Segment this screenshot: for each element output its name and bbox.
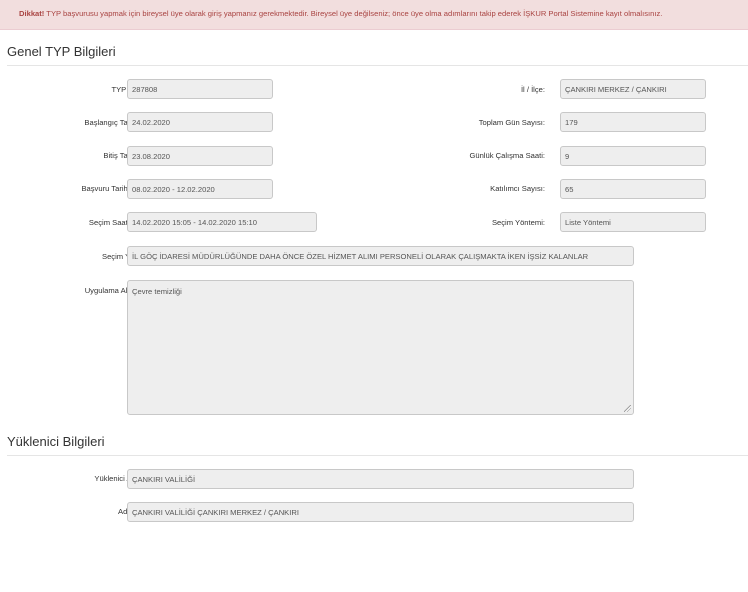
adres-field[interactable]: ÇANKIRI VALİLİĞİ ÇANKIRI MERKEZ / ÇANKIR…: [127, 502, 634, 522]
gunluk-calisma-saati-field[interactable]: 9: [560, 146, 706, 166]
yuklenici-adi-field[interactable]: ÇANKIRI VALİLİĞİ: [127, 469, 634, 489]
uygulama-alani-textarea[interactable]: Çevre temizliği: [127, 280, 634, 415]
resize-handle-icon[interactable]: [624, 405, 631, 412]
alert-strong: Dikkat!: [19, 9, 45, 18]
secim-yontemi-field[interactable]: Liste Yöntemi: [560, 212, 706, 232]
il-ilce-label: İl / İlçe:: [520, 85, 545, 94]
genel-section-divider: [7, 65, 748, 66]
typ-no-field[interactable]: 287808: [127, 79, 273, 99]
genel-section-title: Genel TYP Bilgileri: [7, 44, 116, 59]
yuklenici-section-title: Yüklenici Bilgileri: [7, 434, 105, 449]
yuklenici-section-divider: [7, 455, 748, 456]
il-ilce-field[interactable]: ÇANKIRI MERKEZ / ÇANKIRI: [560, 79, 706, 99]
uygulama-alani-value: Çevre temizliği: [132, 287, 182, 296]
secim-saatleri-field[interactable]: 14.02.2020 15:05 - 14.02.2020 15:10: [127, 212, 317, 232]
secim-yontemi-label: Seçim Yöntemi:: [491, 218, 545, 227]
toplam-gun-label: Toplam Gün Sayısı:: [478, 118, 545, 127]
secim-yeri-field[interactable]: İL GÖÇ İDARESİ MÜDÜRLÜĞÜNDE DAHA ÖNCE ÖZ…: [127, 246, 634, 266]
bitis-tarihi-field[interactable]: 23.08.2020: [127, 146, 273, 166]
baslangic-tarihi-field[interactable]: 24.02.2020: [127, 112, 273, 132]
katilimci-sayisi-label: Katılımcı Sayısı:: [490, 184, 545, 193]
warning-alert: Dikkat! TYP başvurusu yapmak için bireys…: [0, 0, 748, 30]
basvuru-tarihleri-field[interactable]: 08.02.2020 - 12.02.2020: [127, 179, 273, 199]
alert-text: TYP başvurusu yapmak için bireysel üye o…: [44, 9, 663, 18]
toplam-gun-field[interactable]: 179: [560, 112, 706, 132]
katilimci-sayisi-field[interactable]: 65: [560, 179, 706, 199]
gunluk-calisma-saati-label: Günlük Çalışma Saati:: [469, 151, 545, 160]
